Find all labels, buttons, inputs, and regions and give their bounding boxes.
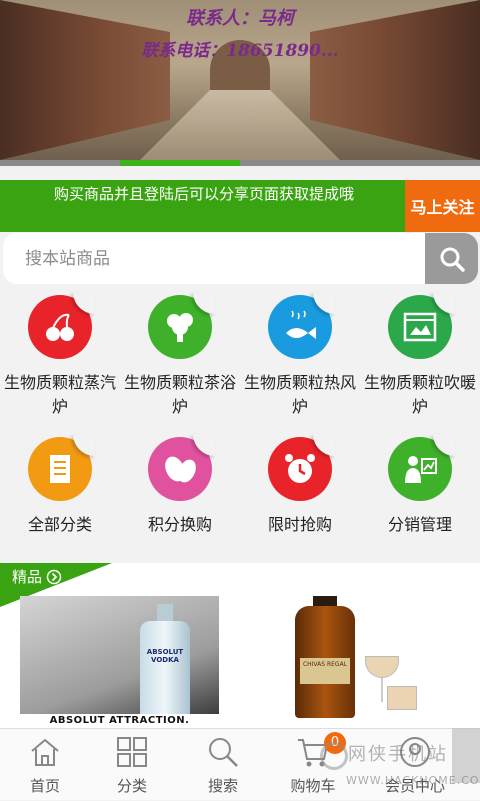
scroll-edge-handle[interactable] (452, 728, 480, 783)
tab-search[interactable]: 搜索 (178, 729, 268, 801)
broccoli-icon (148, 292, 215, 359)
banner-contact-phone: 联系电话：18651890... (141, 41, 339, 61)
share-notice-bar: 购买商品并且登陆后可以分享页面获取提成哦 马上关注 (0, 180, 480, 232)
featured-section: 精品 ABSOLUT VODKA ABSOLUT ATTRACTION. CHI… (0, 563, 480, 728)
product-name: CHIVAS REGAL (300, 658, 350, 684)
category-label: 限时抢购 (267, 515, 332, 534)
search-input[interactable] (3, 233, 427, 284)
arrow-right-circle-icon (46, 569, 62, 584)
banner-indicator (0, 160, 480, 166)
tab-label: 首页 (29, 777, 60, 795)
search-icon (209, 738, 238, 767)
banner-indicator-active (120, 160, 240, 166)
oven-icon (388, 292, 455, 359)
document-list-icon (28, 434, 95, 501)
banner-contact-name: 联系人：马柯 (186, 8, 294, 29)
search-bar (3, 233, 478, 284)
banner-carousel[interactable]: 联系人：马柯 联系电话：18651890... (0, 0, 480, 160)
category-label: 积分换购 (147, 515, 212, 534)
cherry-icon (28, 292, 95, 359)
tab-home[interactable]: 首页 (0, 729, 90, 801)
category-label: 生物质颗粒吹暖炉 (364, 373, 477, 416)
category-label: 生物质颗粒茶浴炉 (124, 373, 237, 416)
tumbler-glass-image (387, 686, 417, 710)
category-label: 分销管理 (387, 515, 452, 534)
tab-label: 会员中心 (384, 777, 445, 795)
search-button[interactable] (425, 233, 478, 284)
alarm-clock-icon (268, 434, 335, 501)
product-card-vodka[interactable]: ABSOLUT VODKA ABSOLUT ATTRACTION. (20, 596, 219, 728)
tab-member-center[interactable]: 会员中心 (370, 729, 460, 801)
tab-label: 分类 (116, 777, 147, 795)
user-icon (400, 737, 430, 767)
wine-glass-image (365, 656, 399, 678)
home-icon (31, 738, 59, 766)
bottom-tab-bar: 首页 分类 搜索 购物车 0 会员中心 (0, 728, 480, 800)
category-warm-air-furnace[interactable]: 生物质颗粒吹暖炉 (360, 292, 480, 419)
search-icon (440, 247, 465, 272)
cart-count-badge: 0 (324, 732, 346, 754)
category-label: 生物质颗粒蒸汽炉 (4, 373, 117, 416)
product-name: ABSOLUT VODKA (146, 648, 184, 664)
category-all[interactable]: 全部分类 (0, 434, 120, 537)
tab-label: 购物车 (290, 777, 336, 795)
wine-glass-stem (381, 678, 383, 702)
category-label: 全部分类 (27, 515, 92, 534)
category-label: 生物质颗粒热风炉 (244, 373, 357, 416)
featured-tag-label[interactable]: 精品 (12, 566, 62, 587)
category-hot-air-furnace[interactable]: 生物质颗粒热风炉 (240, 292, 360, 419)
category-flash-sale[interactable]: 限时抢购 (240, 434, 360, 537)
product-caption: ABSOLUT ATTRACTION. (20, 714, 219, 728)
vodka-bottle-image (140, 621, 190, 721)
category-points-exchange[interactable]: 积分换购 (120, 434, 240, 537)
tab-categories[interactable]: 分类 (87, 729, 177, 801)
fish-icon (268, 292, 335, 359)
category-distribution[interactable]: 分销管理 (360, 434, 480, 537)
coffee-beans-icon (148, 434, 215, 501)
featured-label: 精品 (12, 568, 43, 586)
category-steam-furnace[interactable]: 生物质颗粒蒸汽炉 (0, 292, 120, 419)
category-tea-bath-furnace[interactable]: 生物质颗粒茶浴炉 (120, 292, 240, 419)
tab-label: 搜索 (207, 777, 238, 795)
product-card-whisky[interactable]: CHIVAS REGAL (260, 596, 460, 728)
share-notice-text: 购买商品并且登陆后可以分享页面获取提成哦 (54, 185, 355, 203)
grid-icon (117, 737, 147, 767)
follow-button[interactable]: 马上关注 (405, 180, 480, 232)
tab-cart[interactable]: 购物车 0 (268, 729, 358, 801)
presenter-icon (388, 434, 455, 501)
